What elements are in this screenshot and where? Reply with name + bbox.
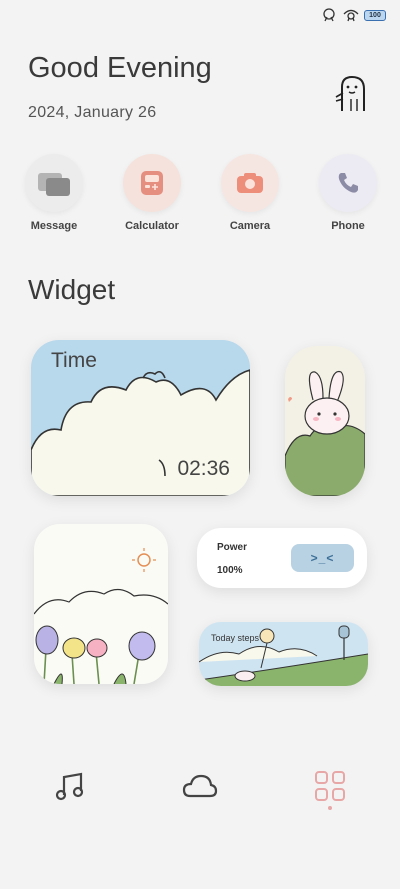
signal-icon <box>323 8 335 22</box>
time-widget-clock: 02:36 <box>177 457 230 480</box>
app-phone[interactable]: Phone <box>308 154 388 232</box>
app-label: Calculator <box>125 220 179 232</box>
phone-icon <box>319 154 377 212</box>
widget-section-title: Widget <box>28 274 116 305</box>
steps-label: Today steps <box>211 633 260 643</box>
steps-widget[interactable]: Today steps <box>199 622 368 686</box>
battery-indicator: 100 <box>364 9 386 21</box>
date-label: 2024, January 26 <box>28 104 157 121</box>
power-widget[interactable]: Power 100% >_< <box>197 528 367 588</box>
camera-icon <box>221 154 279 212</box>
apps-grid-icon <box>315 771 345 801</box>
wifi-icon <box>343 9 359 22</box>
greeting-title: Good Evening <box>28 52 212 84</box>
apps-button[interactable] <box>310 766 350 806</box>
flowers-illustration <box>34 548 168 684</box>
power-value: 100% <box>217 565 243 576</box>
app-label: Phone <box>331 220 365 232</box>
music-button[interactable] <box>50 766 90 806</box>
app-label: Camera <box>229 220 271 232</box>
message-icon <box>25 154 83 212</box>
bunny-widget[interactable] <box>285 346 365 496</box>
active-page-dot <box>328 806 332 810</box>
power-label: Power <box>217 542 248 553</box>
weather-button[interactable] <box>180 766 220 806</box>
power-face: >_< <box>291 544 354 572</box>
app-label: Message <box>30 220 78 232</box>
status-bar: 100 <box>320 8 386 22</box>
steps-illustration <box>199 625 368 686</box>
flowers-widget[interactable] <box>34 524 168 684</box>
time-widget[interactable]: Time 02:36 <box>31 340 250 496</box>
cloud-icon <box>182 774 218 798</box>
calculator-icon <box>123 154 181 212</box>
app-camera[interactable]: Camera <box>210 154 290 232</box>
bunny-illustration <box>285 370 365 496</box>
app-message[interactable]: Message <box>14 154 94 232</box>
mascot-icon <box>335 75 365 111</box>
time-widget-title: Time <box>51 349 97 372</box>
app-calculator[interactable]: Calculator <box>112 154 192 232</box>
music-icon <box>55 772 84 801</box>
